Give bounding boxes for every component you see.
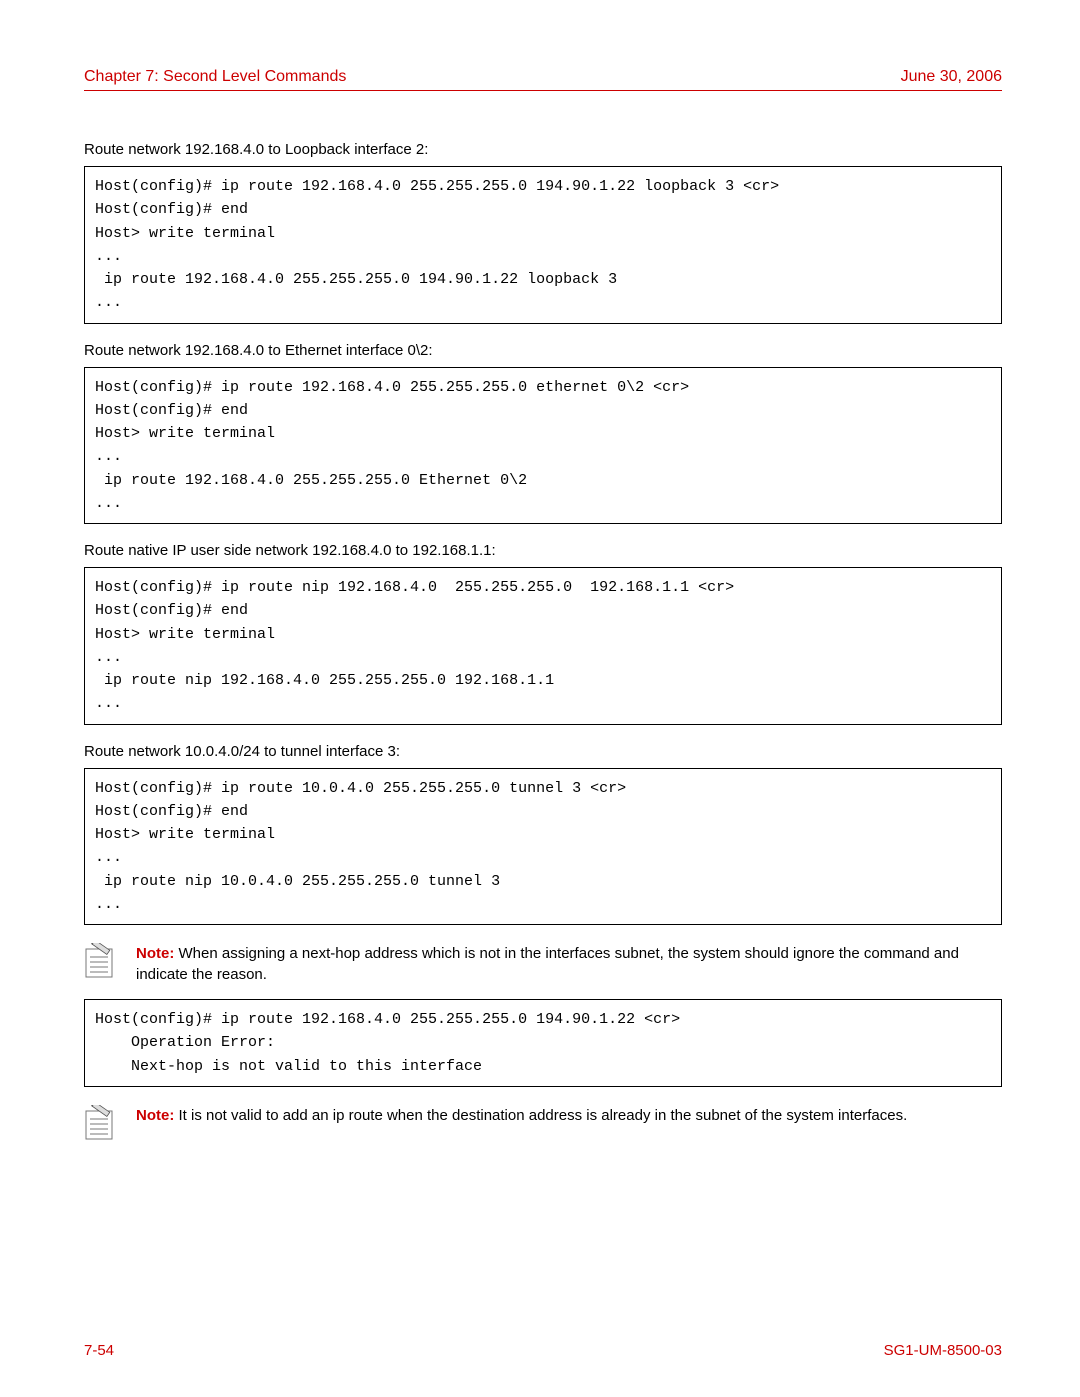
note-icon <box>84 943 120 979</box>
code-block-5: Host(config)# ip route 192.168.4.0 255.2… <box>84 999 1002 1087</box>
header-date: June 30, 2006 <box>901 68 1002 86</box>
page-footer: 7-54 SG1-UM-8500-03 <box>84 1342 1002 1359</box>
doc-number: SG1-UM-8500-03 <box>884 1342 1002 1359</box>
code-block-3: Host(config)# ip route nip 192.168.4.0 2… <box>84 567 1002 725</box>
caption-2: Route network 192.168.4.0 to Ethernet in… <box>84 342 1002 359</box>
note-body: It is not valid to add an ip route when … <box>174 1107 907 1124</box>
caption-3: Route native IP user side network 192.16… <box>84 542 1002 559</box>
page-header: Chapter 7: Second Level Commands June 30… <box>84 68 1002 91</box>
note-1-text: Note: When assigning a next-hop address … <box>136 943 1002 985</box>
code-block-4: Host(config)# ip route 10.0.4.0 255.255.… <box>84 768 1002 926</box>
note-icon <box>84 1105 120 1141</box>
note-label: Note: <box>136 1107 174 1124</box>
note-label: Note: <box>136 945 174 962</box>
note-block-2: Note: It is not valid to add an ip route… <box>84 1105 1002 1141</box>
chapter-title: Chapter 7: Second Level Commands <box>84 68 346 86</box>
caption-1: Route network 192.168.4.0 to Loopback in… <box>84 141 1002 158</box>
note-2-text: Note: It is not valid to add an ip route… <box>136 1105 907 1126</box>
code-block-1: Host(config)# ip route 192.168.4.0 255.2… <box>84 166 1002 324</box>
document-page: Chapter 7: Second Level Commands June 30… <box>0 0 1080 1397</box>
note-block-1: Note: When assigning a next-hop address … <box>84 943 1002 985</box>
page-number: 7-54 <box>84 1342 114 1359</box>
code-block-2: Host(config)# ip route 192.168.4.0 255.2… <box>84 367 1002 525</box>
caption-4: Route network 10.0.4.0/24 to tunnel inte… <box>84 743 1002 760</box>
note-body: When assigning a next-hop address which … <box>136 945 959 983</box>
